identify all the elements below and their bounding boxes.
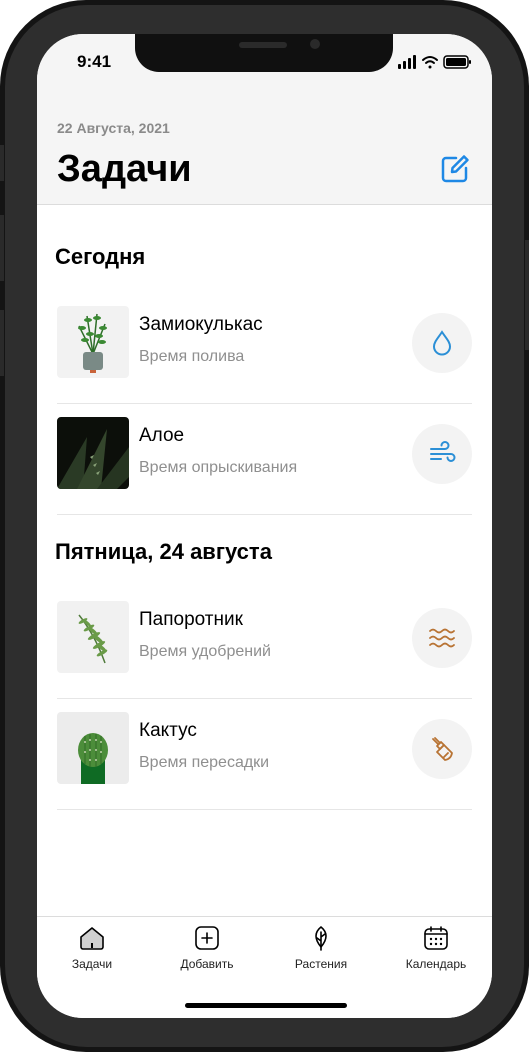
task-label: Время удобрений xyxy=(139,643,271,660)
task-action-button[interactable] xyxy=(412,424,472,484)
plant-name: Замиокулькас xyxy=(139,314,263,335)
speaker xyxy=(239,42,287,48)
side-button-left-2 xyxy=(0,215,4,281)
task-row[interactable]: Замиокулькас Время полива xyxy=(57,292,472,404)
status-icons xyxy=(398,54,472,75)
battery-icon xyxy=(443,55,471,69)
plant-thumbnail xyxy=(57,601,129,673)
status-bar: 9:41 xyxy=(37,34,492,94)
brush-icon xyxy=(432,737,453,761)
plant-name: Алое xyxy=(139,425,185,446)
water-drop-icon xyxy=(432,330,452,356)
task-row[interactable]: Папоротник Время удобрений xyxy=(57,587,472,699)
side-button-right xyxy=(525,240,529,350)
screen: 9:41 22 Августа, 2021 Задачи Сегодня Зам… xyxy=(37,34,492,1018)
tab-label: Календарь xyxy=(405,957,467,971)
plus-square-icon xyxy=(195,926,219,950)
task-label: Время опрыскивания xyxy=(139,459,298,476)
task-action-button[interactable] xyxy=(412,719,472,779)
tab-plants[interactable]: Растения xyxy=(271,925,371,980)
home-icon xyxy=(80,927,104,950)
task-row[interactable]: Кактус Время пересадки xyxy=(57,698,472,810)
page-title: Задачи xyxy=(57,148,192,190)
side-button-left-3 xyxy=(0,310,4,376)
tab-label: Задачи xyxy=(71,957,113,971)
tab-label: Добавить xyxy=(180,957,234,971)
signal-icon xyxy=(398,55,416,69)
task-action-button[interactable] xyxy=(412,313,472,373)
task-action-button[interactable] xyxy=(412,608,472,668)
home-indicator[interactable] xyxy=(185,1003,347,1008)
tab-calendar[interactable]: Календарь xyxy=(386,925,486,980)
plant-name: Кактус xyxy=(139,720,197,741)
front-camera xyxy=(310,39,320,49)
waves-icon xyxy=(429,628,455,648)
plant-name: Папоротник xyxy=(139,609,243,630)
leaf-icon xyxy=(315,926,327,951)
plant-thumbnail xyxy=(57,306,129,378)
wifi-icon xyxy=(422,56,438,69)
page-header: 22 Августа, 2021 Задачи xyxy=(37,94,492,205)
tab-bar: Задачи Добавить Растения Календарь xyxy=(37,916,492,1018)
plant-thumbnail xyxy=(57,417,129,489)
task-label: Время полива xyxy=(139,348,245,365)
section-title-friday: Пятница, 24 августа xyxy=(55,539,272,564)
calendar-icon xyxy=(424,926,448,950)
header-date: 22 Августа, 2021 xyxy=(57,120,170,136)
task-row[interactable]: Алое Время опрыскивания xyxy=(57,403,472,515)
wind-icon xyxy=(430,441,456,462)
status-time: 9:41 xyxy=(77,52,112,71)
task-label: Время пересадки xyxy=(139,754,270,771)
tab-label: Растения xyxy=(294,957,348,971)
edit-button[interactable] xyxy=(440,154,470,184)
tab-add[interactable]: Добавить xyxy=(157,925,257,980)
notch xyxy=(135,34,393,72)
side-button-left-1 xyxy=(0,145,4,181)
section-title-today: Сегодня xyxy=(55,244,146,269)
tab-tasks[interactable]: Задачи xyxy=(42,925,142,980)
plant-thumbnail xyxy=(57,712,129,784)
edit-icon xyxy=(441,155,469,183)
